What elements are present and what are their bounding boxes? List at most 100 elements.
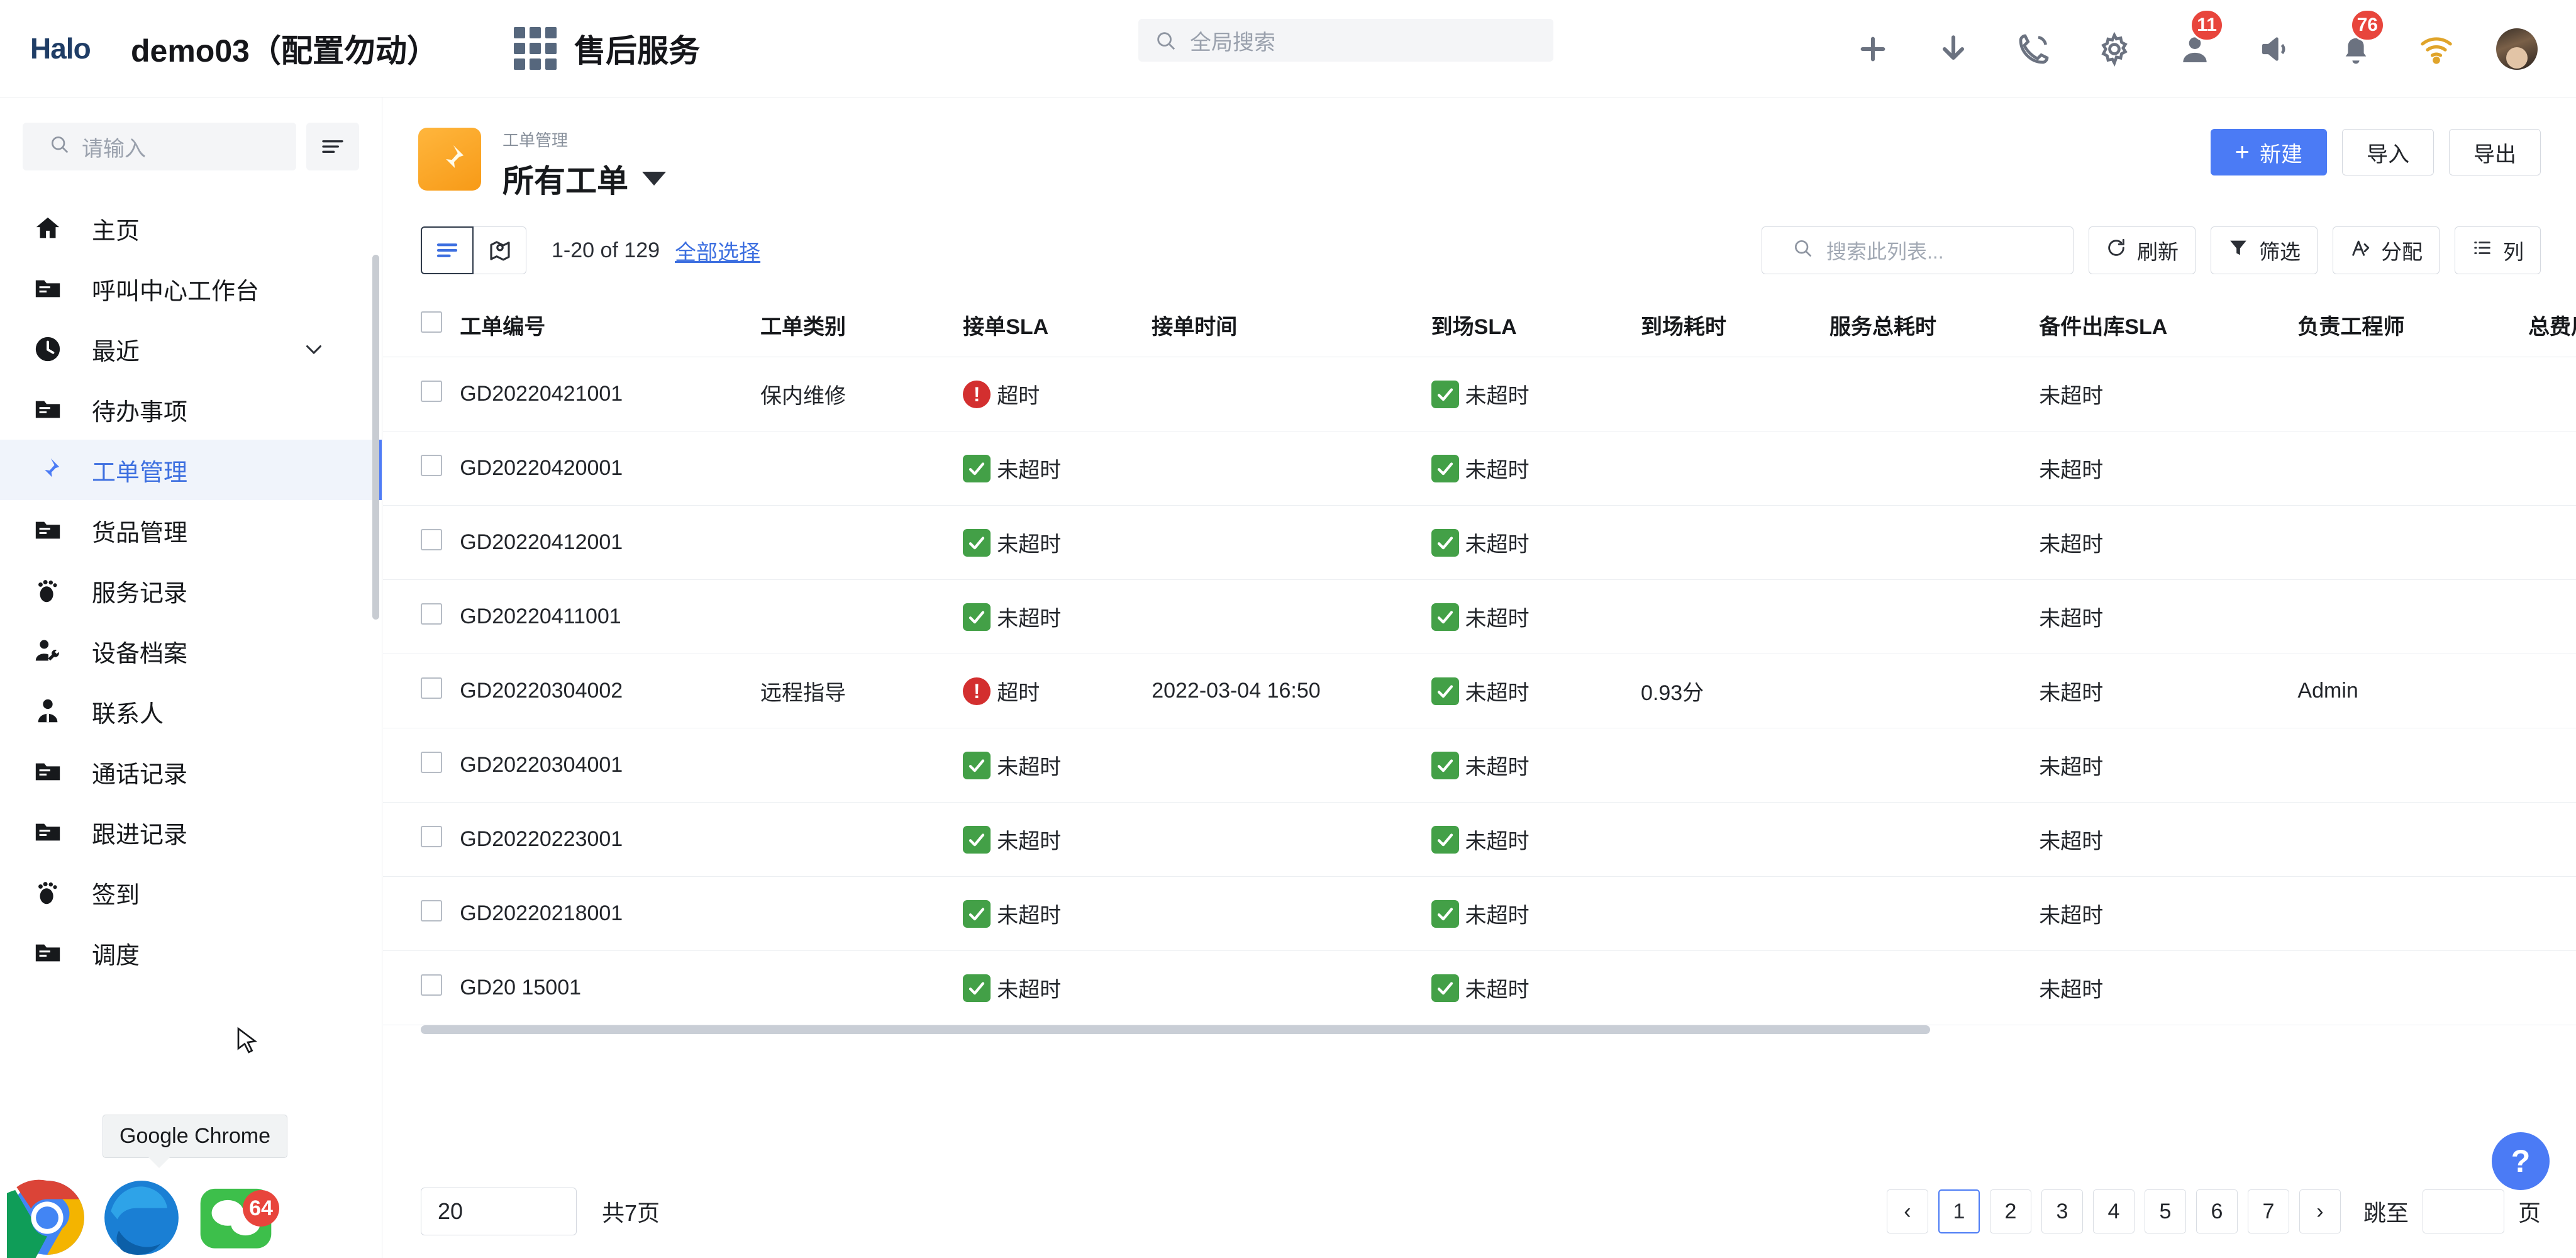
table-row[interactable]: GD20220412001 未超时 未超时 未超时 [383,505,2576,580]
sidebar-scrollbar[interactable] [372,255,379,620]
chrome-icon[interactable] [0,1179,94,1258]
select-all-checkbox[interactable] [421,311,442,333]
sidebar-item-call-logs[interactable]: 通话记录 [0,742,382,802]
row-checkbox[interactable] [421,900,442,921]
sidebar-item-recent[interactable]: 最近 [0,319,382,379]
column-header-service-duration[interactable]: 服务总耗时 [1829,296,2040,357]
row-checkbox-cell[interactable] [383,654,460,728]
page-button-5[interactable]: 5 [2144,1189,2186,1233]
global-search-input[interactable]: 全局搜索 [1138,19,1553,62]
page-button-4[interactable]: 4 [2092,1189,2135,1233]
page-button-1[interactable]: 1 [1938,1189,1980,1233]
page-size-select[interactable]: 20 [421,1188,577,1235]
add-icon[interactable] [1833,0,1913,97]
next-page-button[interactable]: › [2299,1189,2341,1233]
cell-parts-sla: 未超时 [2039,950,2298,1025]
sidebar-item-home[interactable]: 主页 [0,198,382,259]
row-checkbox-cell[interactable] [383,876,460,951]
page-title[interactable]: 所有工单 [502,156,666,201]
prev-page-button[interactable]: ‹ [1886,1189,1928,1233]
table-row[interactable]: GD20220218001 未超时 未超时 未超时 [383,876,2576,951]
table-row[interactable]: GD20 15001 未超时 未超时 未超时 [383,950,2576,1025]
row-checkbox[interactable] [421,381,442,402]
sidebar-item-equipment[interactable]: 设备档案 [0,621,382,681]
column-header-arrive-duration[interactable]: 到场耗时 [1640,296,1829,357]
row-checkbox[interactable] [421,603,442,625]
sidebar-item-contacts[interactable]: 联系人 [0,681,382,742]
page-title-wrap: 工单管理 所有工单 [502,128,666,201]
table-row[interactable]: GD20220304001 未超时 未超时 未超时 [383,728,2576,803]
row-checkbox-cell[interactable] [383,357,460,431]
table-row[interactable]: GD20220304002 远程指导! 超时 2022-03-04 16:50 未超时 0… [383,654,2576,728]
table-horizontal-scrollbar[interactable] [421,1025,1930,1034]
filter-button[interactable]: 筛选 [2211,226,2318,274]
columns-button[interactable]: 列 [2455,226,2541,274]
column-header-arrive-sla[interactable]: 到场SLA [1431,296,1641,357]
sidebar-item-checkin[interactable]: 签到 [0,862,382,923]
table-row[interactable]: GD20220223001 未超时 未超时 未超时 [383,802,2576,877]
wechat-icon[interactable]: 64 [189,1188,283,1258]
phone-icon[interactable] [1994,0,2074,97]
table-row[interactable]: GD20220411001 未超时 未超时 未超时 [383,579,2576,654]
filter-list-icon[interactable] [306,123,359,170]
speaker-icon[interactable] [2235,0,2316,97]
row-checkbox[interactable] [421,974,442,996]
list-search-input[interactable]: 搜索此列表... [1762,226,2074,274]
page-button-6[interactable]: 6 [2196,1189,2238,1233]
avatar[interactable] [2477,0,2557,97]
import-button[interactable]: 导入 [2342,129,2434,175]
row-checkbox[interactable] [421,455,442,476]
sidebar-item-dispatch[interactable]: 调度 [0,923,382,983]
column-header-id[interactable]: 工单编号 [460,296,760,357]
row-checkbox-cell[interactable] [383,505,460,580]
page-button-7[interactable]: 7 [2247,1189,2289,1233]
wifi-icon[interactable] [2396,0,2477,97]
bell-icon[interactable]: 76 [2316,0,2396,97]
table-row[interactable]: GD20220420001 未超时 未超时 未超时 [383,431,2576,506]
cell-engineer: Admin [2297,654,2529,728]
app-switcher[interactable]: 售后服务 [513,26,700,71]
gear-icon[interactable] [2074,0,2155,97]
assign-button[interactable]: 分配 [2333,226,2440,274]
row-checkbox[interactable] [421,677,442,699]
page-button-3[interactable]: 3 [2041,1189,2083,1233]
refresh-button[interactable]: 刷新 [2089,226,2196,274]
sidebar-item-todo[interactable]: 待办事项 [0,379,382,440]
chevron-down-icon[interactable] [642,172,666,186]
sidebar-item-work-orders[interactable]: 工单管理 [0,440,382,500]
row-checkbox-cell[interactable] [383,728,460,803]
row-checkbox-cell[interactable] [383,802,460,877]
jump-page-input[interactable] [2422,1189,2504,1233]
sidebar-search-input[interactable]: 请输入 [23,123,296,170]
new-button[interactable]: + 新建 [2210,129,2327,175]
column-header-parts-sla[interactable]: 备件出库SLA [2039,296,2298,357]
chevron-down-icon[interactable] [303,338,325,360]
sidebar-item-goods[interactable]: 货品管理 [0,500,382,560]
edge-icon[interactable] [94,1181,189,1258]
column-header-engineer[interactable]: 负责工程师 [2297,296,2529,357]
agent-icon[interactable]: 11 [2155,0,2235,97]
sla-ok-icon [963,751,991,779]
row-checkbox[interactable] [421,752,442,773]
sidebar-item-follow-up[interactable]: 跟进记录 [0,802,382,862]
column-header-total-fee[interactable]: 总费用 [2528,296,2576,357]
column-header-type[interactable]: 工单类别 [760,296,963,357]
export-button[interactable]: 导出 [2449,129,2541,175]
row-checkbox[interactable] [421,826,442,847]
row-checkbox-cell[interactable] [383,950,460,1025]
sidebar-item-call-center[interactable]: 呼叫中心工作台 [0,259,382,319]
table-row[interactable]: GD20220421001 保内维修! 超时 未超时 未超时 [383,357,2576,431]
map-view-icon[interactable] [474,226,526,274]
column-header-accept-sla[interactable]: 接单SLA [963,296,1152,357]
row-checkbox[interactable] [421,529,442,550]
row-checkbox-cell[interactable] [383,431,460,506]
column-header-accept-time[interactable]: 接单时间 [1152,296,1431,357]
sidebar-item-service-records[interactable]: 服务记录 [0,560,382,621]
select-all-link[interactable]: 全部选择 [675,235,760,266]
download-icon[interactable] [1913,0,1994,97]
help-button[interactable]: ? [2492,1132,2550,1190]
select-all-checkbox-cell[interactable] [383,296,460,357]
page-button-2[interactable]: 2 [1989,1189,2031,1233]
list-view-icon[interactable] [421,226,474,274]
row-checkbox-cell[interactable] [383,579,460,654]
